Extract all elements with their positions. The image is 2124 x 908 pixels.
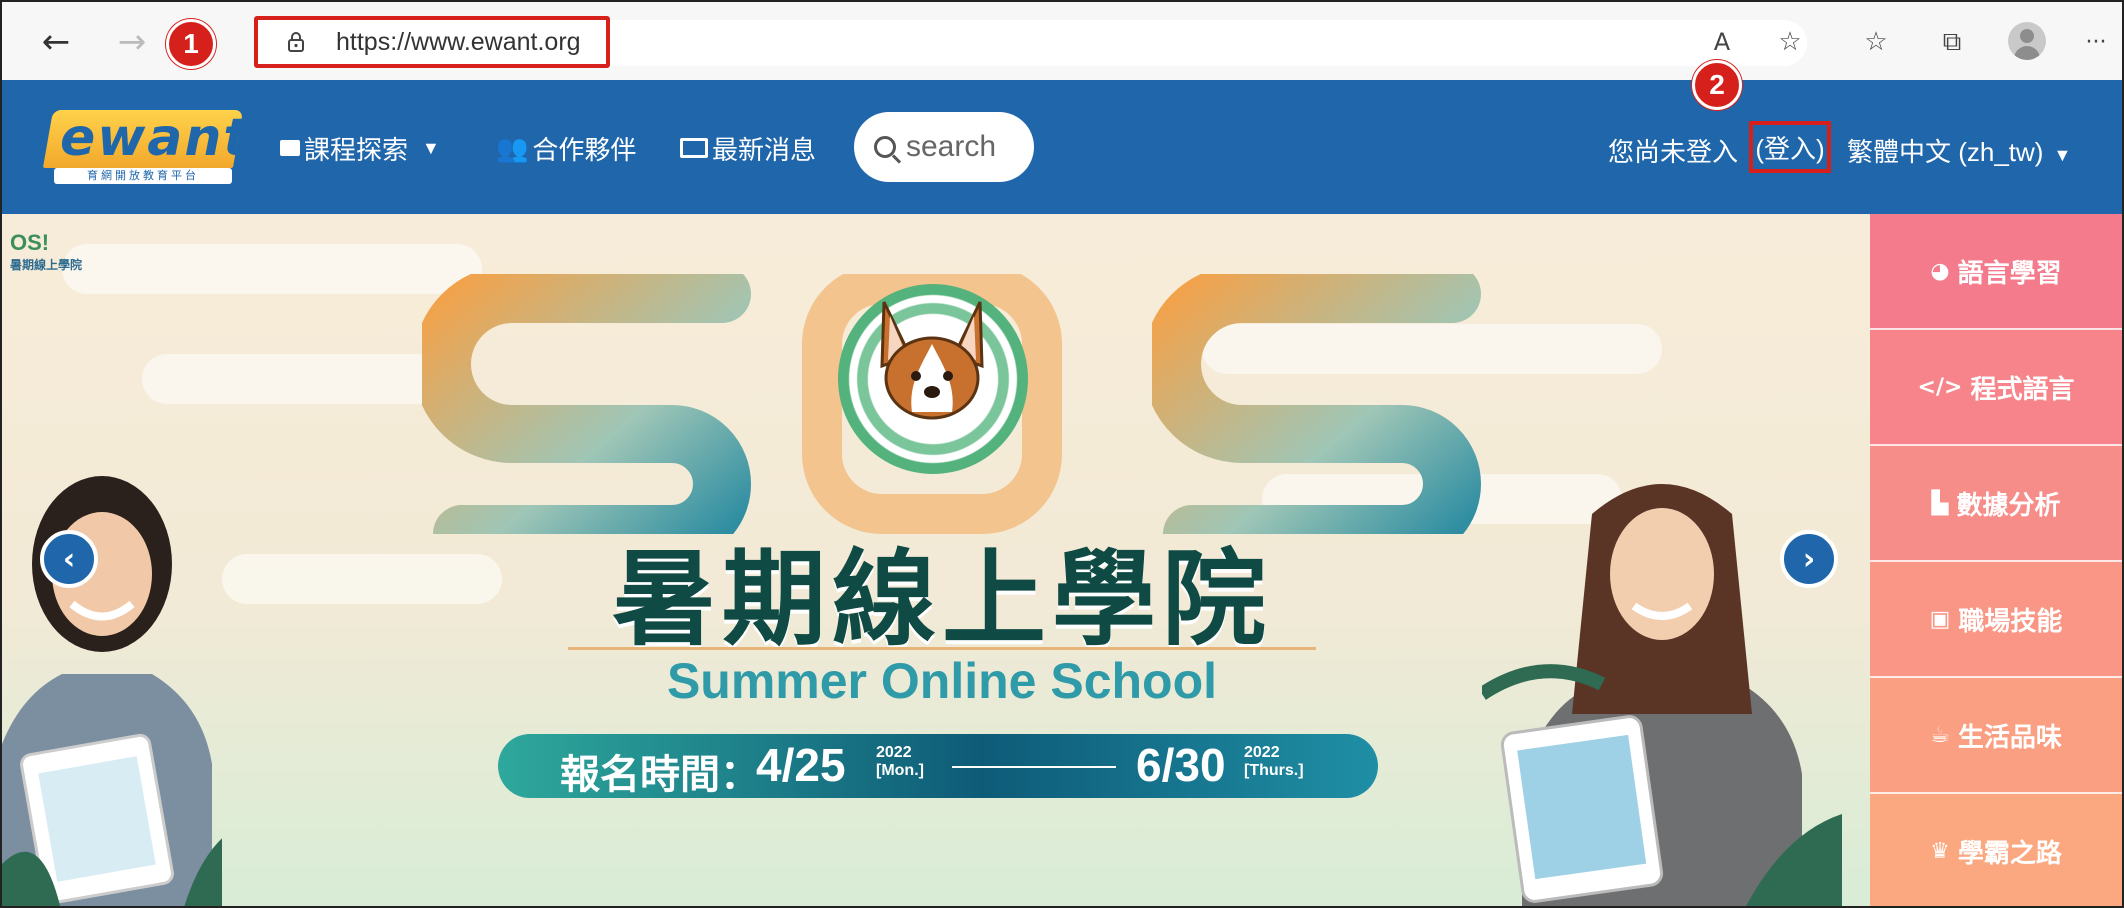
archive-icon bbox=[280, 140, 300, 156]
registration-date-bar: 報名時間： 4/25 2022 [Mon.] 6/30 2022 [Thurs.] bbox=[498, 734, 1378, 798]
menu-partners-label: 合作夥伴 bbox=[532, 134, 637, 165]
category-language[interactable]: ◕ 語言學習 bbox=[1870, 214, 2122, 330]
more-icon[interactable]: ··· bbox=[2078, 24, 2114, 60]
area-chart-icon: ▙ bbox=[1931, 490, 1949, 516]
sos-letter-s-right bbox=[1152, 274, 1481, 534]
category-label: 職場技能 bbox=[1958, 605, 2063, 636]
collections-icon[interactable]: ⧉ bbox=[1934, 24, 1970, 60]
menu-courses[interactable]: 課程探索 ▼ bbox=[280, 130, 440, 166]
category-label: 生活品味 bbox=[1957, 721, 2062, 752]
decor-stripe bbox=[142, 354, 442, 404]
hero-carousel: OS! 暑期線上學院 暑期線上學院 Summer Online School 報… bbox=[2, 214, 1870, 906]
profile-avatar[interactable] bbox=[2008, 22, 2046, 60]
add-favorite-icon[interactable]: ☆ bbox=[1772, 24, 1808, 60]
category-academic[interactable]: ♛ 學霸之路 bbox=[1870, 794, 2122, 906]
start-date: 4/25 bbox=[756, 739, 846, 791]
corner-logo: OS! 暑期線上學院 bbox=[10, 232, 82, 276]
chevron-down-icon: ▼ bbox=[422, 137, 440, 158]
corner-logo-sub: 暑期線上學院 bbox=[10, 258, 83, 272]
logo-subtitle: 育網開放教育平台 bbox=[54, 168, 232, 184]
end-date: 6/30 bbox=[1136, 739, 1226, 791]
coffee-icon: ☕ bbox=[1930, 722, 1950, 748]
favorites-icon[interactable]: ☆ bbox=[1858, 24, 1894, 60]
search-icon bbox=[874, 136, 896, 158]
annotation-badge-1: 1 bbox=[166, 19, 216, 69]
users-icon: 👥 bbox=[496, 132, 529, 163]
decor-stripe bbox=[222, 554, 502, 604]
menu-news-label: 最新消息 bbox=[712, 134, 817, 165]
language-selector[interactable]: 繁體中文 (zh_tw) ▼ bbox=[1847, 132, 2071, 169]
carousel-prev-button[interactable]: ‹ bbox=[40, 530, 98, 588]
menu-partners[interactable]: 👥 合作夥伴 bbox=[496, 130, 636, 166]
globe-icon: ◕ bbox=[1930, 258, 1950, 284]
login-status-text: 您尚未登入 bbox=[1608, 137, 1739, 167]
browser-toolbar: ← → 1 https://www.ewant.org A ☆ ☆ ⧉ ··· bbox=[2, 2, 2122, 81]
category-lifestyle[interactable]: ☕ 生活品味 bbox=[1870, 678, 2122, 794]
annotation-badge-2: 2 bbox=[1692, 60, 1742, 110]
category-sidebar: ◕ 語言學習 </> 程式語言 ▙ 數據分析 ▣ 職場技能 ☕ 生活品味 ♛ 學… bbox=[1870, 214, 2122, 906]
forward-icon[interactable]: → bbox=[112, 22, 152, 62]
end-day: [Thurs.] bbox=[1244, 762, 1304, 779]
banner-title-chinese: 暑期線上學院 bbox=[611, 542, 1272, 658]
end-date-year-day: 2022 [Thurs.] bbox=[1244, 744, 1304, 780]
title-divider bbox=[568, 647, 1316, 650]
code-icon: </> bbox=[1917, 374, 1963, 400]
category-label: 數據分析 bbox=[1956, 489, 2061, 520]
menu-news[interactable]: 最新消息 bbox=[680, 130, 816, 166]
category-data-analysis[interactable]: ▙ 數據分析 bbox=[1870, 446, 2122, 562]
trophy-icon: ♛ bbox=[1930, 838, 1950, 864]
date-range-line bbox=[952, 766, 1116, 768]
decor-stripe bbox=[62, 244, 482, 294]
start-day: [Mon.] bbox=[876, 762, 924, 779]
carousel-next-button[interactable]: › bbox=[1780, 530, 1838, 588]
lock-icon bbox=[288, 32, 304, 52]
newspaper-icon bbox=[680, 138, 708, 158]
browser-window: ← → 1 https://www.ewant.org A ☆ ☆ ⧉ ··· … bbox=[0, 0, 2124, 908]
back-icon[interactable]: ← bbox=[36, 22, 76, 62]
logo-text: ewant bbox=[60, 108, 251, 168]
category-label: 學霸之路 bbox=[1957, 837, 2062, 868]
category-workplace-skills[interactable]: ▣ 職場技能 bbox=[1870, 562, 2122, 678]
category-programming[interactable]: </> 程式語言 bbox=[1870, 330, 2122, 446]
registration-label: 報名時間： bbox=[560, 753, 760, 797]
menu-courses-label: 課程探索 bbox=[304, 134, 409, 165]
end-year: 2022 bbox=[1244, 744, 1280, 761]
category-label: 程式語言 bbox=[1970, 373, 2075, 404]
search-input[interactable]: search bbox=[854, 112, 1034, 182]
ewant-logo[interactable]: ewant 育網開放教育平台 bbox=[42, 108, 248, 186]
site-header: ewant 育網開放教育平台 課程探索 ▼ 👥 合作夥伴 最新消息 search… bbox=[2, 60, 2122, 214]
corner-logo-title: OS! bbox=[10, 230, 50, 255]
search-placeholder: search bbox=[906, 130, 997, 163]
start-year: 2022 bbox=[876, 744, 912, 761]
language-label: 繁體中文 (zh_tw) bbox=[1847, 137, 2044, 167]
sos-letter-s-left bbox=[422, 274, 751, 534]
student-photo-left bbox=[2, 476, 222, 906]
banner-title-english: Summer Online School bbox=[666, 653, 1218, 709]
category-label: 語言學習 bbox=[1957, 257, 2062, 288]
briefcase-icon: ▣ bbox=[1929, 606, 1951, 632]
login-link[interactable]: (登入) bbox=[1749, 121, 1831, 173]
chevron-down-icon: ▼ bbox=[2053, 145, 2072, 165]
read-aloud-icon[interactable]: A bbox=[1704, 24, 1740, 60]
corgi-icon bbox=[880, 301, 984, 420]
url-text[interactable]: https://www.ewant.org bbox=[336, 28, 581, 57]
student-photo-right bbox=[1482, 484, 1842, 906]
start-date-year-day: 2022 [Mon.] bbox=[876, 744, 924, 780]
